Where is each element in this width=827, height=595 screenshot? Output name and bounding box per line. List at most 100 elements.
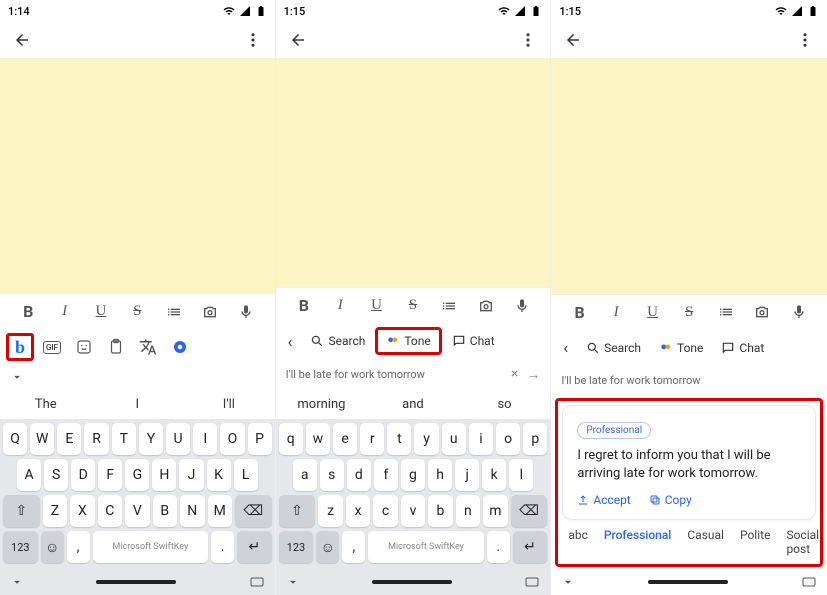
key-space[interactable]: Microsoft SwiftKey: [368, 531, 483, 563]
key-k[interactable]: K: [207, 459, 231, 491]
note-canvas[interactable]: [0, 58, 275, 293]
key-j[interactable]: J: [179, 459, 203, 491]
italic-button[interactable]: I: [328, 294, 352, 318]
nav-down-icon[interactable]: [561, 575, 575, 589]
list-button[interactable]: [714, 300, 738, 324]
key-l[interactable]: L: [234, 459, 258, 491]
home-gesture-pill[interactable]: [648, 580, 728, 584]
key-u[interactable]: u: [442, 423, 466, 455]
bold-button[interactable]: B: [16, 300, 40, 324]
sticker-button[interactable]: [70, 333, 98, 361]
action-back[interactable]: ‹: [555, 334, 576, 361]
suggestion-3[interactable]: I'll: [183, 397, 275, 412]
key-backspace[interactable]: ⌫: [511, 495, 548, 527]
strike-button[interactable]: S: [677, 300, 701, 324]
key-q[interactable]: q: [279, 423, 303, 455]
key-x[interactable]: x: [346, 495, 370, 527]
key-d[interactable]: d: [347, 459, 371, 491]
key-y[interactable]: y: [414, 423, 438, 455]
key-shift[interactable]: ⇧: [279, 495, 316, 527]
key-e[interactable]: e: [333, 423, 357, 455]
camera-button[interactable]: [750, 300, 774, 324]
key-o[interactable]: O: [220, 423, 244, 455]
bing-button[interactable]: b: [6, 333, 34, 361]
gif-button[interactable]: GIF: [38, 333, 66, 361]
collapse-button[interactable]: [10, 370, 24, 384]
action-back[interactable]: ‹: [280, 328, 301, 355]
key-f[interactable]: F: [98, 459, 122, 491]
keyboard-switch-icon[interactable]: [249, 574, 265, 590]
key-l[interactable]: l: [509, 459, 533, 491]
key-w[interactable]: W: [30, 423, 54, 455]
tone-tab-polite[interactable]: Polite: [740, 528, 770, 556]
action-search[interactable]: Search: [578, 337, 649, 359]
key-e[interactable]: E: [57, 423, 81, 455]
key-c[interactable]: C: [98, 495, 122, 527]
tone-tab-casual[interactable]: Casual: [687, 528, 724, 556]
key-space[interactable]: Microsoft SwiftKey: [93, 531, 208, 563]
list-button[interactable]: [162, 300, 186, 324]
key-j[interactable]: j: [455, 459, 479, 491]
mic-button[interactable]: [787, 300, 811, 324]
key-v[interactable]: v: [401, 495, 425, 527]
mic-button[interactable]: [510, 294, 534, 318]
tone-tab-abc[interactable]: abc: [568, 528, 588, 556]
suggestion-1[interactable]: morning: [276, 397, 368, 412]
home-gesture-pill[interactable]: [372, 580, 452, 584]
action-search[interactable]: Search: [302, 330, 373, 352]
more-menu[interactable]: [243, 30, 263, 50]
back-button[interactable]: [563, 30, 583, 50]
italic-button[interactable]: I: [53, 300, 77, 324]
key-k[interactable]: k: [482, 459, 506, 491]
bing-input-text[interactable]: I'll be late for work tomorrow: [286, 368, 511, 381]
key-p[interactable]: p: [523, 423, 547, 455]
key-m[interactable]: m: [483, 495, 507, 527]
nav-down-icon[interactable]: [10, 575, 24, 589]
keyboard-switch-icon[interactable]: [524, 574, 540, 590]
key-h[interactable]: H: [152, 459, 176, 491]
underline-button[interactable]: U: [89, 300, 113, 324]
key-r[interactable]: R: [84, 423, 108, 455]
suggestion-3[interactable]: so: [459, 397, 551, 412]
key-g[interactable]: g: [401, 459, 425, 491]
translate-button[interactable]: [134, 333, 162, 361]
suggestion-2[interactable]: I: [92, 397, 184, 412]
italic-button[interactable]: I: [604, 300, 628, 324]
bing-input-text[interactable]: I'll be late for work tomorrow: [561, 374, 817, 387]
submit-button[interactable]: →: [526, 366, 540, 383]
clear-button[interactable]: ×: [511, 366, 518, 382]
key-z[interactable]: Z: [43, 495, 67, 527]
clipboard-button[interactable]: [102, 333, 130, 361]
action-chat[interactable]: Chat: [444, 330, 503, 352]
key-f[interactable]: f: [374, 459, 398, 491]
underline-button[interactable]: U: [365, 294, 389, 318]
key-period[interactable]: .: [211, 531, 234, 563]
key-q[interactable]: Q: [3, 423, 27, 455]
key-shift[interactable]: ⇧: [3, 495, 40, 527]
key-comma[interactable]: ,: [342, 531, 365, 563]
key-o[interactable]: o: [496, 423, 520, 455]
keyboard-switch-icon[interactable]: [801, 574, 817, 590]
action-tone[interactable]: Tone: [375, 327, 441, 355]
tone-tab-social[interactable]: Social post: [786, 528, 819, 556]
key-z[interactable]: z: [318, 495, 342, 527]
strike-button[interactable]: S: [125, 300, 149, 324]
key-y[interactable]: Y: [139, 423, 163, 455]
suggestion-1[interactable]: The: [0, 397, 92, 412]
key-a[interactable]: A: [17, 459, 41, 491]
action-tone[interactable]: Tone: [651, 337, 711, 359]
bold-button[interactable]: B: [568, 300, 592, 324]
home-gesture-pill[interactable]: [96, 580, 176, 584]
key-b[interactable]: b: [428, 495, 452, 527]
back-button[interactable]: [12, 30, 32, 50]
key-enter[interactable]: ↵: [513, 531, 548, 563]
key-x[interactable]: X: [70, 495, 94, 527]
mic-button[interactable]: [234, 300, 258, 324]
strike-button[interactable]: S: [401, 294, 425, 318]
key-i[interactable]: I: [193, 423, 217, 455]
nav-down-icon[interactable]: [286, 575, 300, 589]
list-button[interactable]: [437, 294, 461, 318]
note-canvas[interactable]: [276, 58, 551, 287]
key-w[interactable]: w: [306, 423, 330, 455]
key-i[interactable]: i: [469, 423, 493, 455]
